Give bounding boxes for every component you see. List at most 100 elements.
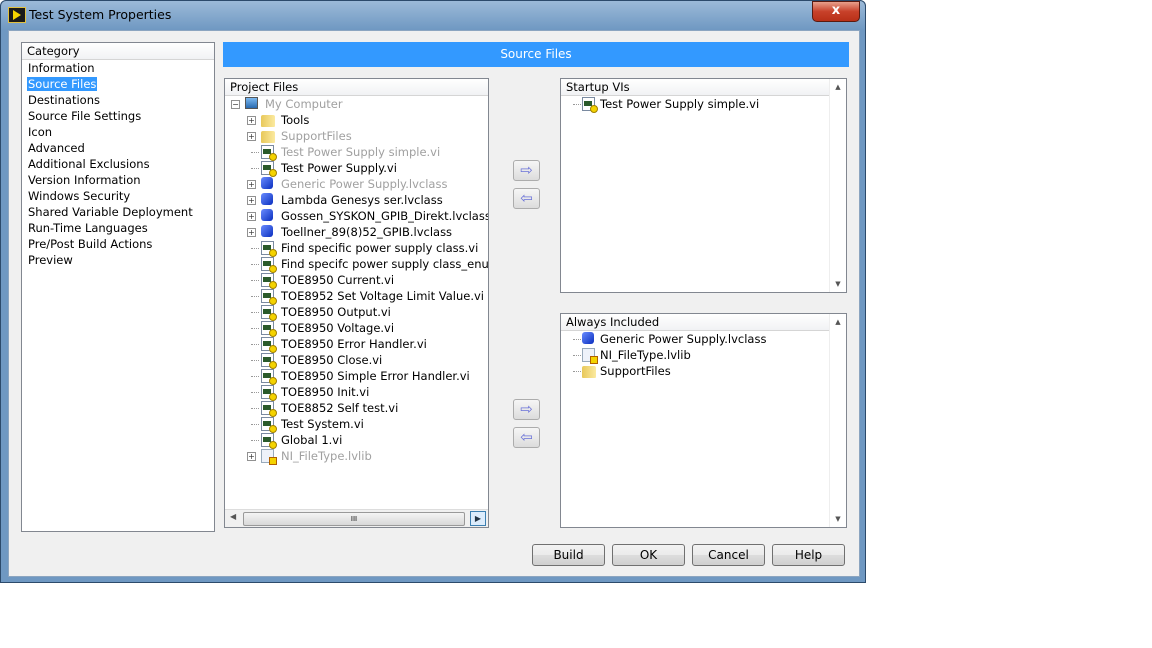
expand-icon[interactable]: +: [247, 212, 256, 221]
category-item-pre-post-build-actions[interactable]: Pre/Post Build Actions: [22, 236, 214, 252]
always-included-list[interactable]: Always Included Generic Power Supply.lvc…: [560, 313, 847, 528]
category-item-run-time-languages[interactable]: Run-Time Languages: [22, 220, 214, 236]
cancel-button[interactable]: Cancel: [692, 544, 765, 566]
expand-icon[interactable]: +: [247, 132, 256, 141]
tree-item[interactable]: Global 1.vi: [225, 432, 488, 449]
vertical-scrollbar[interactable]: ▲ ▼: [829, 79, 846, 292]
tree-item[interactable]: Find specific power supply class.vi: [225, 240, 488, 257]
remove-always-included-button[interactable]: ⇦: [513, 427, 540, 448]
tree-item-label: Test Power Supply.vi: [281, 161, 397, 175]
tree-item[interactable]: + Lambda Genesys ser.lvclass: [225, 192, 488, 208]
title-bar[interactable]: Test System Properties x: [0, 0, 866, 30]
tree-connector: [251, 328, 259, 329]
scroll-left-button[interactable]: ◀: [230, 512, 236, 521]
category-item-label: Preview: [28, 253, 73, 267]
tree-item[interactable]: + Generic Power Supply.lvclass: [225, 176, 488, 192]
tree-connector: [573, 104, 581, 105]
lvclass-icon: [261, 177, 273, 189]
scroll-right-button[interactable]: ▶: [470, 511, 486, 526]
help-button[interactable]: Help: [772, 544, 845, 566]
tree-item[interactable]: TOE8852 Self test.vi: [225, 400, 488, 417]
dialog-window: Test System Properties x Category Inform…: [0, 0, 866, 583]
category-item-information[interactable]: Information: [22, 60, 214, 76]
tree-item[interactable]: − My Computer: [225, 96, 488, 112]
tree-item[interactable]: TOE8950 Close.vi: [225, 352, 488, 369]
vi-icon: [261, 161, 277, 177]
tree-connector: [251, 168, 259, 169]
tree-item[interactable]: + Tools: [225, 112, 488, 128]
always-included-header: Always Included: [561, 314, 829, 331]
list-item-label: Generic Power Supply.lvclass: [600, 332, 767, 346]
tree-item[interactable]: Test Power Supply.vi: [225, 160, 488, 177]
category-item-label: Version Information: [28, 173, 141, 187]
vertical-scrollbar[interactable]: ▲ ▼: [829, 314, 846, 527]
tree-item[interactable]: TOE8952 Set Voltage Limit Value.vi: [225, 288, 488, 305]
collapse-icon[interactable]: −: [231, 100, 240, 109]
category-item-version-information[interactable]: Version Information: [22, 172, 214, 188]
list-item-label: NI_FileType.lvlib: [600, 348, 691, 362]
vi-icon: [261, 433, 277, 449]
horizontal-scrollbar[interactable]: ◀ III ▶: [225, 509, 488, 527]
tree-item-label: Global 1.vi: [281, 433, 343, 447]
tree-connector: [251, 280, 259, 281]
scroll-thumb[interactable]: III: [243, 512, 465, 526]
list-item[interactable]: Test Power Supply simple.vi: [561, 96, 846, 113]
category-item-destinations[interactable]: Destinations: [22, 92, 214, 108]
list-item-label: SupportFiles: [600, 364, 671, 378]
scroll-down-button[interactable]: ▼: [830, 276, 846, 292]
category-item-shared-variable-deployment[interactable]: Shared Variable Deployment: [22, 204, 214, 220]
tree-item[interactable]: Test System.vi: [225, 416, 488, 433]
category-item-preview[interactable]: Preview: [22, 252, 214, 268]
list-item[interactable]: NI_FileType.lvlib: [561, 347, 846, 364]
startup-vis-list[interactable]: Startup VIs Test Power Supply simple.vi …: [560, 78, 847, 293]
tree-item-label: Tools: [281, 113, 310, 127]
category-list: Category Information Source Files Destinat…: [21, 42, 215, 532]
vi-icon: [261, 257, 277, 273]
tree-item-label: TOE8852 Self test.vi: [281, 401, 399, 415]
vi-icon: [261, 417, 277, 433]
scroll-up-button[interactable]: ▲: [830, 79, 846, 95]
vi-icon: [261, 353, 277, 369]
category-item-source-file-settings[interactable]: Source File Settings: [22, 108, 214, 124]
close-button[interactable]: x: [812, 1, 860, 22]
add-startup-vi-button[interactable]: ⇨: [513, 160, 540, 181]
expand-icon[interactable]: +: [247, 228, 256, 237]
tree-item-label: Gossen_SYSKON_GPIB_Direkt.lvclass: [281, 209, 488, 223]
lvlib-icon: [582, 348, 598, 364]
category-item-advanced[interactable]: Advanced: [22, 140, 214, 156]
ok-button[interactable]: OK: [612, 544, 685, 566]
list-item[interactable]: SupportFiles: [561, 363, 846, 379]
tree-item[interactable]: TOE8950 Init.vi: [225, 384, 488, 401]
tree-item[interactable]: + NI_FileType.lvlib: [225, 448, 488, 465]
category-item-additional-exclusions[interactable]: Additional Exclusions: [22, 156, 214, 172]
tree-item-label: Find specific power supply class.vi: [281, 241, 479, 255]
build-button[interactable]: Build: [532, 544, 605, 566]
expand-icon[interactable]: +: [247, 116, 256, 125]
tree-item[interactable]: + SupportFiles: [225, 128, 488, 144]
tree-item[interactable]: TOE8950 Simple Error Handler.vi: [225, 368, 488, 385]
tree-item[interactable]: TOE8950 Current.vi: [225, 272, 488, 289]
tree-item[interactable]: Test Power Supply simple.vi: [225, 144, 488, 161]
expand-icon[interactable]: +: [247, 180, 256, 189]
category-item-icon[interactable]: Icon: [22, 124, 214, 140]
category-header: Category: [22, 43, 214, 60]
tree-item[interactable]: TOE8950 Error Handler.vi: [225, 336, 488, 353]
expand-icon[interactable]: +: [247, 196, 256, 205]
expand-icon[interactable]: +: [247, 452, 256, 461]
category-item-source-files[interactable]: Source Files: [22, 76, 214, 92]
list-item[interactable]: Generic Power Supply.lvclass: [561, 331, 846, 347]
tree-item[interactable]: TOE8950 Output.vi: [225, 304, 488, 321]
project-files-tree[interactable]: Project Files − My Computer + Tools + Support…: [224, 78, 489, 528]
scroll-down-button[interactable]: ▼: [830, 511, 846, 527]
category-item-windows-security[interactable]: Windows Security: [22, 188, 214, 204]
tree-item[interactable]: Find specifc power supply class_enum.vi: [225, 256, 488, 273]
tree-item[interactable]: + Toellner_89(8)52_GPIB.lvclass: [225, 224, 488, 240]
remove-startup-vi-button[interactable]: ⇦: [513, 188, 540, 209]
tree-item[interactable]: TOE8950 Voltage.vi: [225, 320, 488, 337]
add-always-included-button[interactable]: ⇨: [513, 399, 540, 420]
tree-item-label: Generic Power Supply.lvclass: [281, 177, 448, 191]
tree-connector: [573, 371, 581, 372]
tree-item[interactable]: + Gossen_SYSKON_GPIB_Direkt.lvclass: [225, 208, 488, 224]
vi-icon: [261, 401, 277, 417]
scroll-up-button[interactable]: ▲: [830, 314, 846, 330]
